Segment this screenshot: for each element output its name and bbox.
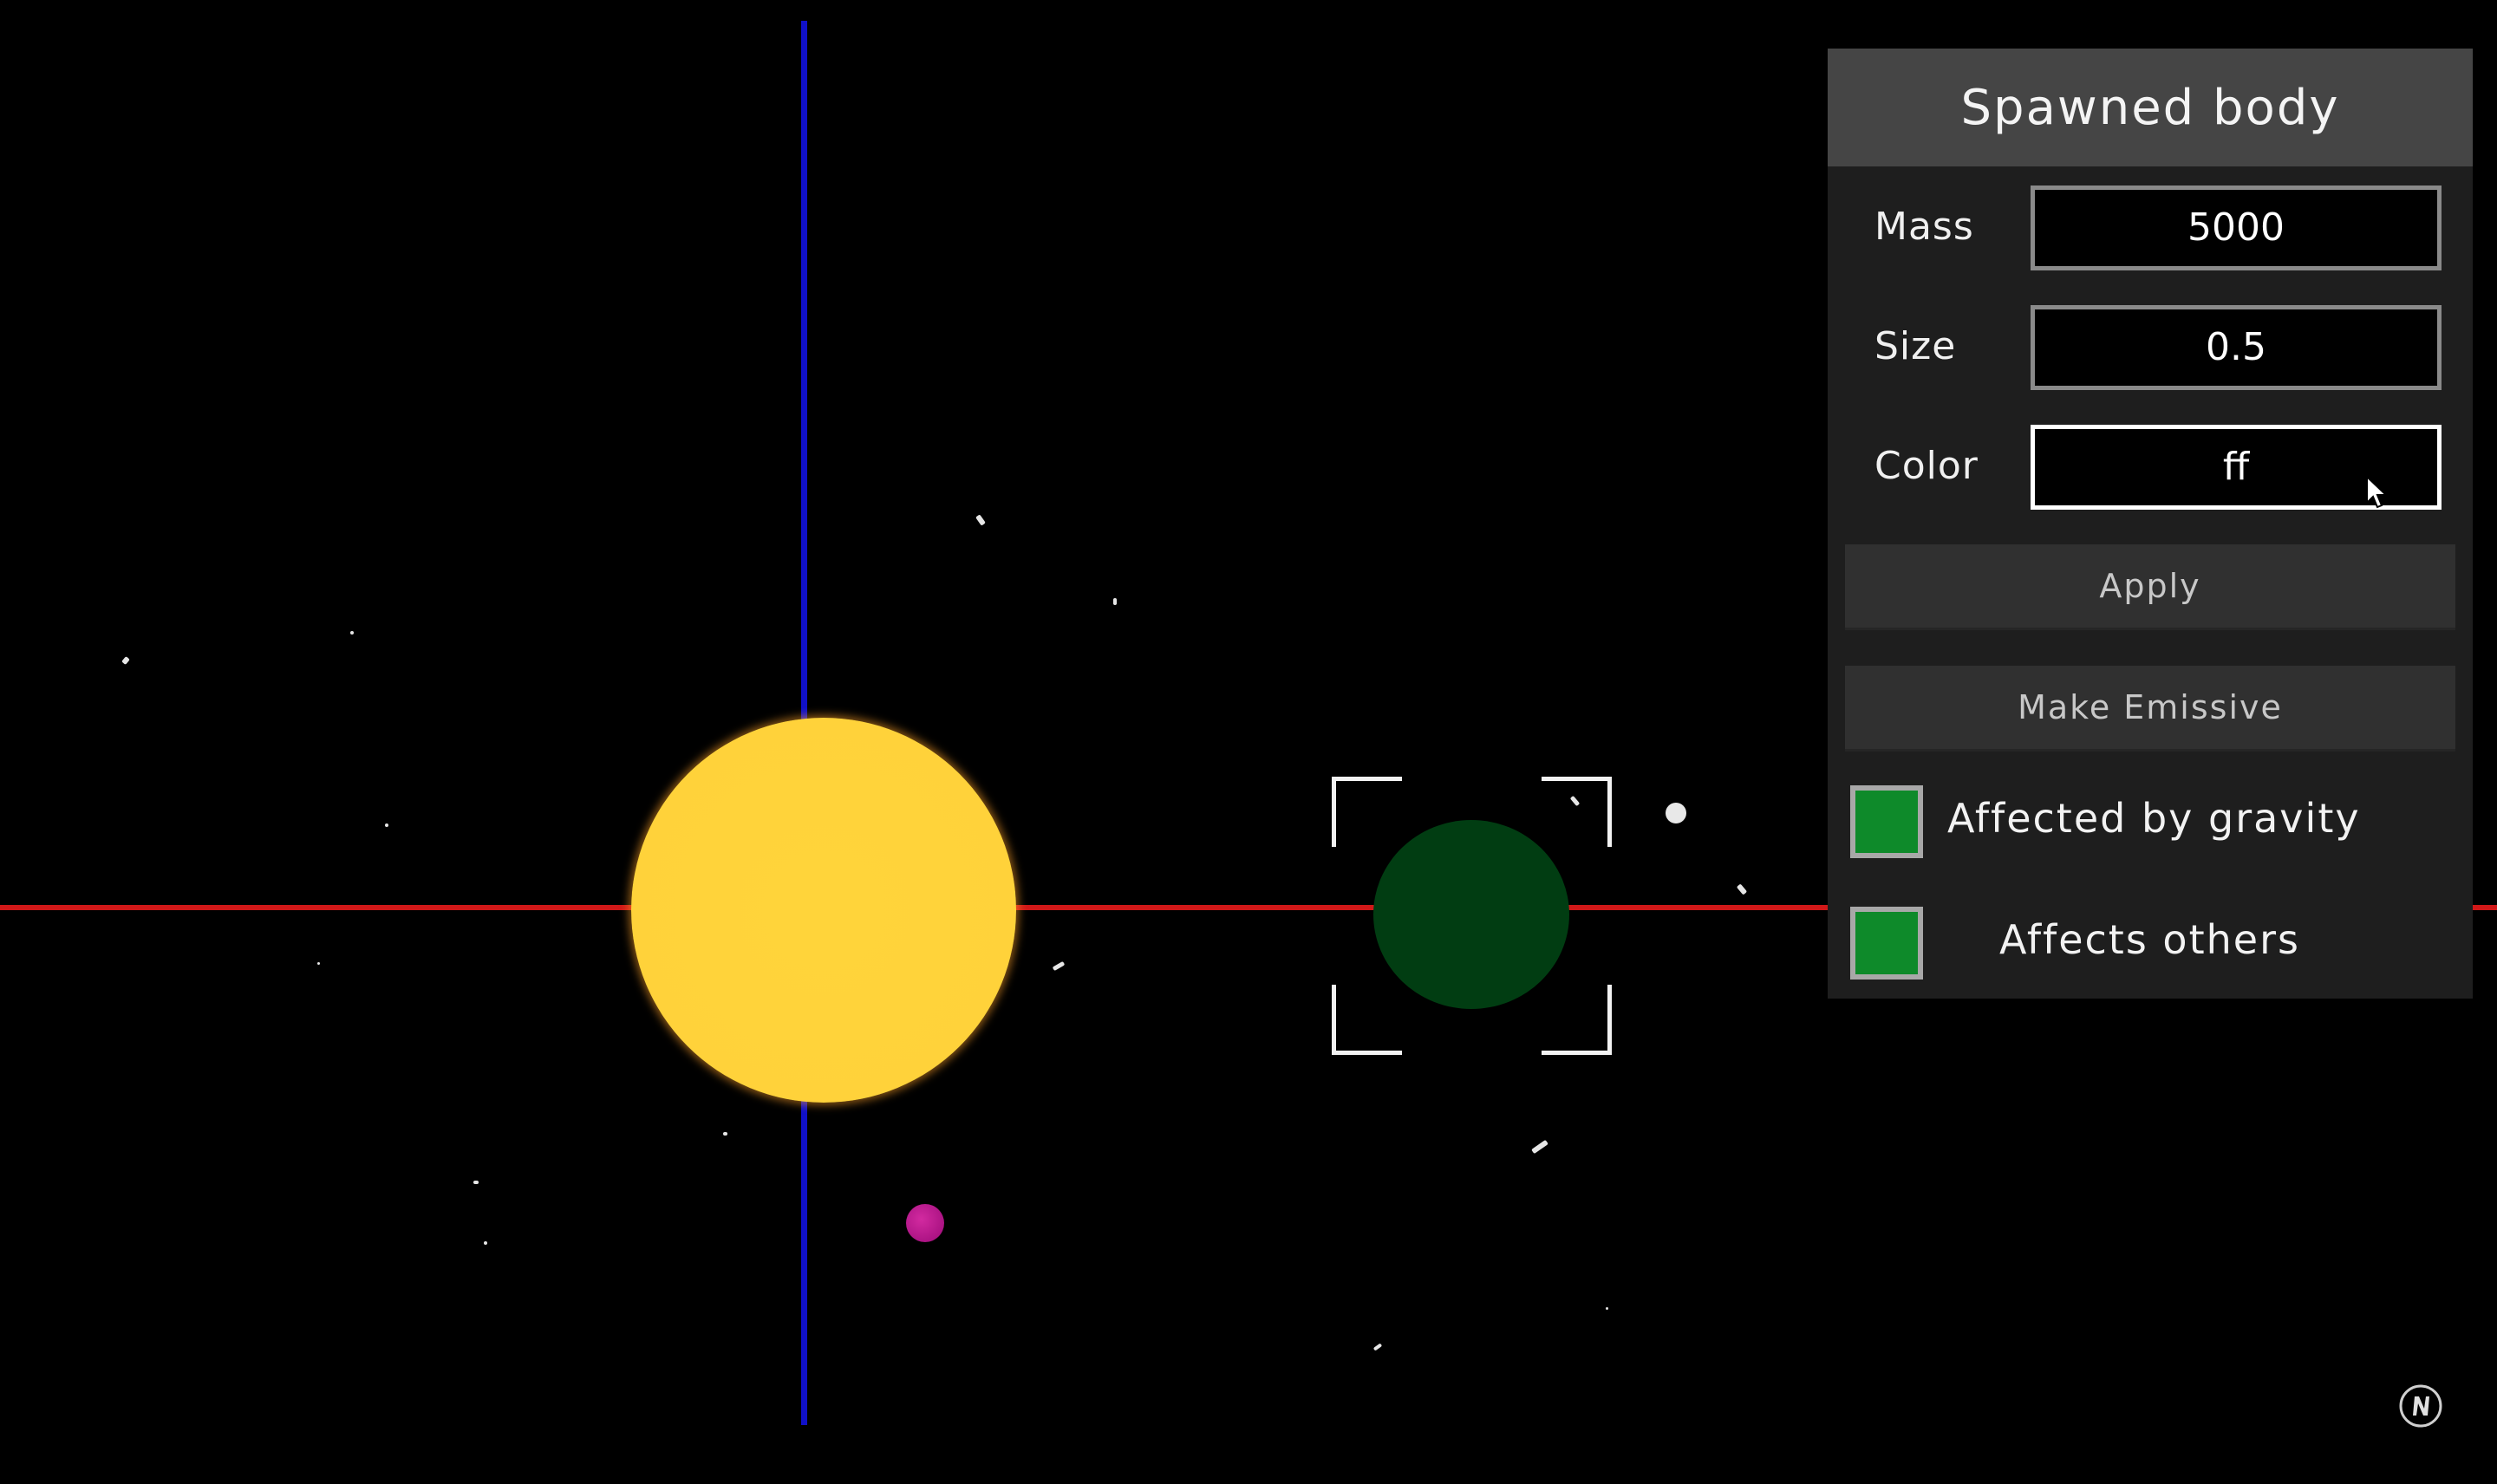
debris-particle <box>1372 1343 1383 1351</box>
affects-others-label: Affects others <box>1999 916 2300 963</box>
debris-particle <box>350 631 354 635</box>
selection-bracket-top-left <box>1332 777 1402 847</box>
panel-title: Spawned body <box>1828 49 2473 166</box>
affected-by-gravity-checkbox[interactable] <box>1850 785 1923 858</box>
color-label: Color <box>1874 444 1979 488</box>
debris-particle <box>317 962 320 965</box>
debris-particle <box>121 656 130 665</box>
selection-bracket-bottom-right <box>1542 985 1612 1055</box>
mass-label: Mass <box>1874 205 1974 249</box>
make-emissive-button[interactable]: Make Emissive <box>1845 666 2455 752</box>
selection-bracket-top-right <box>1542 777 1612 847</box>
debris-particle <box>1052 960 1066 972</box>
n-logo-icon <box>2399 1384 2442 1428</box>
affects-others-checkbox[interactable] <box>1850 907 1923 980</box>
selected-body[interactable] <box>1373 820 1569 1009</box>
mouse-pointer-icon <box>2366 475 2388 509</box>
debris-particle <box>385 823 388 827</box>
size-label: Size <box>1874 324 1957 368</box>
debris-particle <box>473 1181 479 1184</box>
mass-input[interactable]: 5000 <box>2031 186 2442 270</box>
selection-bracket-bottom-left <box>1332 985 1402 1055</box>
debris-particle <box>723 1132 727 1136</box>
debris-particle <box>1531 1139 1548 1155</box>
debris-particle <box>975 514 986 526</box>
size-input[interactable]: 0.5 <box>2031 305 2442 390</box>
spawned-body-panel: Spawned body Mass 5000 Size 0.5 Color ff… <box>1828 49 2473 999</box>
apply-button[interactable]: Apply <box>1845 544 2455 630</box>
affected-by-gravity-label: Affected by gravity <box>1947 795 2361 842</box>
debris-particle <box>1736 883 1748 895</box>
debris-particle <box>1606 1307 1608 1310</box>
small-white-body[interactable] <box>1666 803 1686 823</box>
sun-body[interactable] <box>631 718 1016 1103</box>
debris-particle <box>1113 598 1117 605</box>
magenta-body[interactable] <box>906 1204 944 1242</box>
debris-particle <box>484 1241 487 1245</box>
